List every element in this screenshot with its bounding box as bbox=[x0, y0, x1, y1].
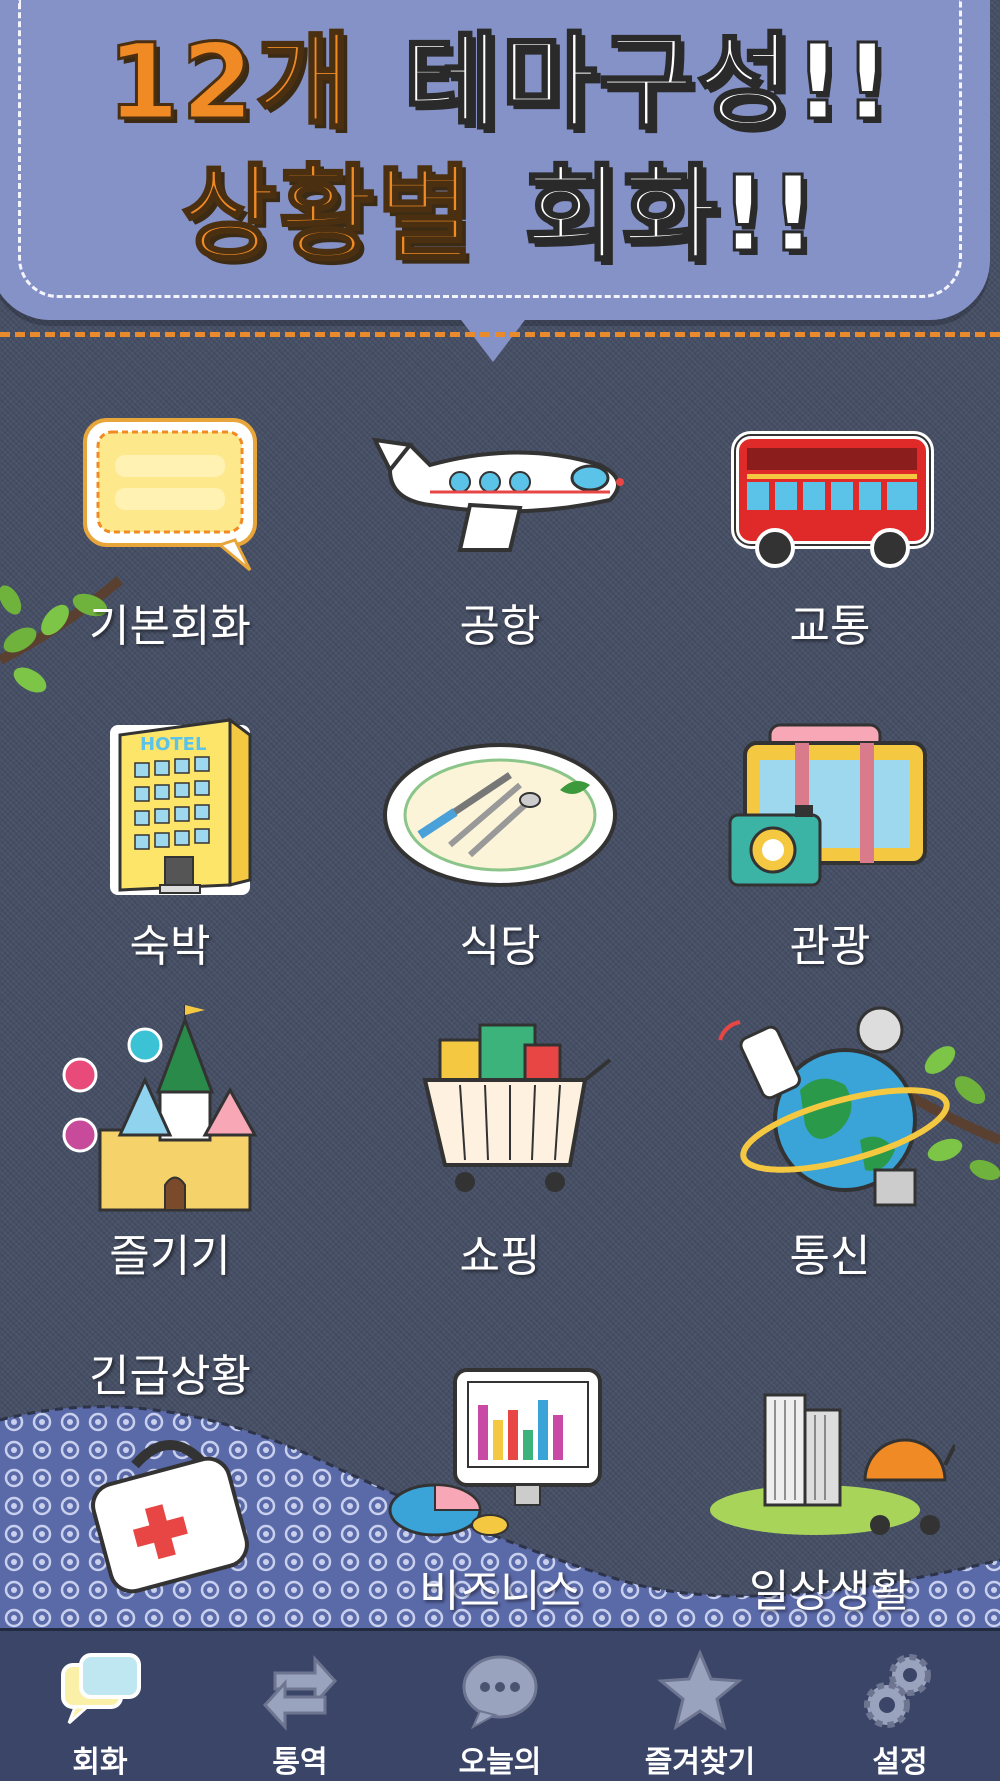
theme-label: 관광 bbox=[789, 921, 871, 972]
theme-daily-life[interactable]: 일상생활 bbox=[680, 1340, 980, 1617]
first-aid-kit-icon bbox=[91, 1440, 249, 1594]
theme-transportation[interactable]: 교통 bbox=[680, 410, 980, 670]
theme-label: 일상생활 bbox=[749, 1566, 911, 1617]
tab-settings[interactable]: 설정 bbox=[800, 1631, 1000, 1781]
banner-tail bbox=[455, 312, 531, 362]
headline-highlight-2: 상황별 bbox=[180, 153, 475, 275]
theme-label: 즐기기 bbox=[109, 1231, 231, 1282]
city-stroller-icon bbox=[710, 1393, 955, 1535]
globe-phone-icon bbox=[718, 1006, 950, 1207]
theme-label: 기본회화 bbox=[89, 601, 251, 652]
tab-label: 회화 bbox=[72, 1745, 128, 1780]
theme-entertainment[interactable]: 즐기기 bbox=[20, 1000, 320, 1282]
bottom-tab-bar: 회화 통역 오늘의 즐겨찾기 설정 bbox=[0, 1628, 1000, 1781]
headline-highlight-1: 12개 bbox=[105, 21, 354, 143]
headline-text-1: 테마구성!! bbox=[402, 21, 893, 143]
theme-label: 통신 bbox=[789, 1231, 871, 1282]
headline-text-2: 회화!! bbox=[523, 153, 819, 275]
theme-basic-conversation[interactable]: 기본회화 bbox=[20, 410, 320, 670]
headline-line-1: 12개 테마구성!! bbox=[0, 29, 1000, 136]
theme-label: 비즈니스 bbox=[419, 1566, 581, 1617]
monitor-chart-icon bbox=[388, 1368, 602, 1537]
gears-icon bbox=[864, 1654, 931, 1728]
tab-today[interactable]: 오늘의 bbox=[400, 1631, 600, 1781]
speech-bubble-icon bbox=[83, 418, 257, 572]
tab-label: 오늘의 bbox=[458, 1745, 542, 1780]
airplane-icon bbox=[371, 437, 624, 552]
theme-emergency[interactable]: 긴급상황 bbox=[20, 1340, 320, 1600]
theme-airport[interactable]: 공항 bbox=[350, 410, 650, 670]
tab-label: 즐겨찾기 bbox=[644, 1745, 756, 1780]
theme-label: 숙박 bbox=[129, 921, 211, 972]
theme-label: 쇼핑 bbox=[459, 1231, 541, 1282]
tab-conversation[interactable]: 회화 bbox=[0, 1631, 200, 1781]
star-icon bbox=[657, 1649, 743, 1731]
theme-business[interactable]: 비즈니스 bbox=[350, 1340, 650, 1617]
theme-label: 공항 bbox=[459, 601, 541, 652]
suitcase-camera-icon bbox=[728, 723, 927, 887]
stitch-divider bbox=[0, 332, 1000, 337]
chat-bubbles-icon bbox=[61, 1653, 141, 1725]
theme-sightseeing[interactable]: 관광 bbox=[680, 705, 980, 972]
tab-interpretation[interactable]: 통역 bbox=[200, 1631, 400, 1781]
swap-arrows-icon bbox=[262, 1655, 338, 1731]
theme-accommodation[interactable]: HOTEL 숙박 bbox=[20, 705, 320, 972]
headline-line-2: 상황별 회화!! bbox=[0, 161, 1000, 268]
speech-dots-icon bbox=[462, 1655, 538, 1730]
castle-ferris-wheel-icon bbox=[62, 1005, 258, 1212]
plate-cutlery-icon bbox=[383, 743, 617, 887]
theme-label: 긴급상황 bbox=[89, 1351, 251, 1402]
theme-label: 교통 bbox=[789, 601, 871, 652]
theme-label: 식당 bbox=[459, 921, 541, 972]
tab-label: 통역 bbox=[272, 1745, 328, 1780]
hotel-sign-text: HOTEL bbox=[140, 734, 206, 755]
hotel-icon: HOTEL bbox=[110, 717, 252, 895]
tab-label: 설정 bbox=[872, 1745, 928, 1780]
theme-communication[interactable]: 통신 bbox=[680, 1000, 980, 1282]
bus-icon bbox=[731, 431, 934, 568]
theme-shopping[interactable]: 쇼핑 bbox=[350, 1000, 650, 1282]
shopping-cart-icon bbox=[422, 1023, 612, 1192]
theme-restaurant[interactable]: 식당 bbox=[350, 705, 650, 972]
tab-favorites[interactable]: 즐겨찾기 bbox=[600, 1631, 800, 1781]
